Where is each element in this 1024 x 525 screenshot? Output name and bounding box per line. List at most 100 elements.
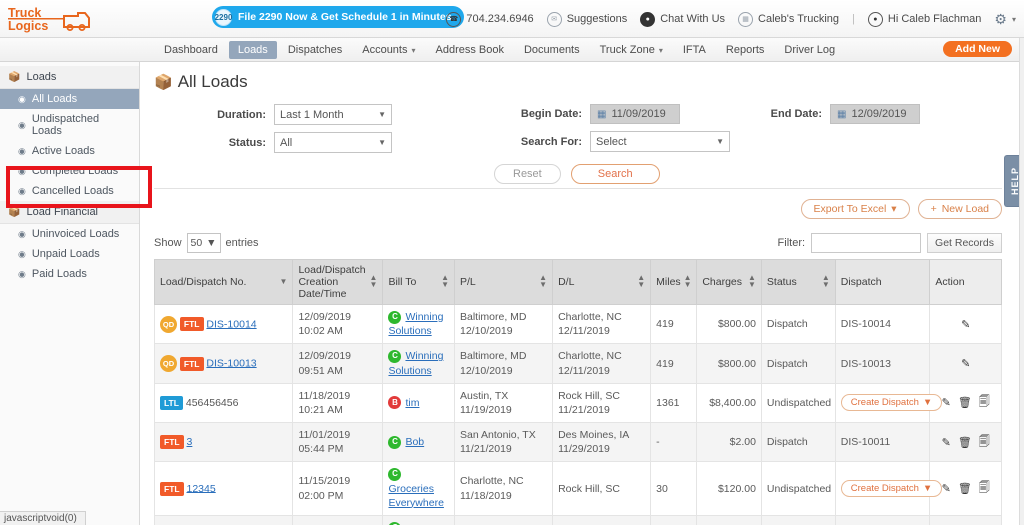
column-header-action[interactable]: Action <box>929 259 1002 305</box>
sort-icon[interactable]: ▲ ▼ <box>637 274 645 289</box>
sort-icon[interactable]: ▲ ▼ <box>748 274 756 289</box>
sidebar-group-loads[interactable]: 📦 Loads <box>0 66 139 89</box>
new-load-button[interactable]: + New Load <box>917 199 1002 219</box>
filter-input[interactable] <box>811 233 922 253</box>
pencil-icon[interactable]: ✎ <box>961 318 970 331</box>
suggestions-link[interactable]: ✉ Suggestions <box>546 11 627 27</box>
company-link[interactable]: ▦ Caleb's Trucking <box>738 11 839 27</box>
sidebar-item-completed-loads[interactable]: ◉ Completed Loads <box>0 161 139 181</box>
table-row[interactable]: LTL 456456456 11/18/2019 10:21 AM Btim Aust… <box>153 382 1002 424</box>
sort-icon[interactable]: ▲ ▼ <box>441 274 449 289</box>
nav-item-loads[interactable]: Loads <box>228 40 277 59</box>
search-for-select[interactable]: Select ▼ <box>590 131 730 152</box>
create-dispatch-button[interactable]: Create Dispatch ▼ <box>840 480 943 498</box>
user-menu[interactable]: ● Hi Caleb Flachman <box>867 11 981 27</box>
column-header-d-l[interactable]: D/L ▲ ▼ <box>552 259 652 305</box>
copy-icon[interactable]: 🗐 <box>979 433 990 452</box>
get-records-button[interactable]: Get Records <box>927 233 1002 253</box>
sidebar-group-load-financial[interactable]: 📦 Load Financial <box>0 201 139 224</box>
status-select[interactable]: All ▼ <box>274 132 392 153</box>
nav-item-address-book[interactable]: Address Book <box>427 41 513 59</box>
nav-item-dashboard[interactable]: Dashboard <box>155 41 227 59</box>
sidebar-item-cancelled-loads[interactable]: ◉ Cancelled Loads <box>0 181 139 201</box>
copy-icon[interactable]: 🗐 <box>979 479 990 498</box>
search-button[interactable]: Search <box>570 164 660 184</box>
reset-button[interactable]: Reset <box>494 164 561 184</box>
page-scrollbar[interactable] <box>1019 38 1024 525</box>
bill-to-link[interactable]: Bob <box>405 436 424 448</box>
file-2290-promo-banner[interactable]: 2290 File 2290 Now & Get Schedule 1 in M… <box>212 6 464 28</box>
sort-icon[interactable]: ▲ ▼ <box>822 274 830 289</box>
nav-item-label: Reports <box>725 43 765 56</box>
nav-item-label: Accounts <box>362 43 408 56</box>
nav-item-list: Dashboard Loads Dispatches Accounts ▾ Address… <box>155 40 844 59</box>
create-dispatch-button[interactable]: Create Dispatch ▼ <box>840 394 943 412</box>
phone-item[interactable]: ☎ 704.234.6946 <box>446 11 534 27</box>
load-number-link[interactable]: DIS-10013 <box>206 357 256 369</box>
table-row[interactable]: QD FTL DIS-1001512/09/2019 01:07 PMCGroc… <box>153 514 1002 525</box>
column-header-p-l[interactable]: P/L ▲ ▼ <box>453 259 554 305</box>
column-header-bill-to[interactable]: Bill To ▲ ▼ <box>382 259 455 305</box>
sidebar-item-active-loads[interactable]: ◉ Active Loads <box>0 141 139 161</box>
nav-item-documents[interactable]: Documents <box>515 41 589 59</box>
nav-item-ifta[interactable]: IFTA <box>674 41 715 59</box>
menu-divider: | <box>852 13 855 25</box>
status-row: Status: All ▼ <box>188 132 392 153</box>
load-number-link[interactable]: 3 <box>187 436 193 448</box>
sort-icon[interactable]: ▲ ▼ <box>684 274 692 289</box>
contact-avatar: C <box>388 468 402 482</box>
end-date-input[interactable]: ▦ 12/09/2019 <box>830 104 920 124</box>
cell-load-dispatch-no: QD FTL DIS-10014 <box>153 303 294 345</box>
table-row[interactable]: QD FTL DIS-10014 12/09/2019 10:02 AM C Winn… <box>153 303 1002 345</box>
copy-icon[interactable]: 🗐 <box>979 393 990 412</box>
column-header-status[interactable]: Status ▲ ▼ <box>760 259 836 305</box>
sort-icon[interactable]: ▼ <box>280 277 288 286</box>
load-number-link[interactable]: 12345 <box>187 482 216 494</box>
sidebar-item-undispatched-loads[interactable]: ◉ Undispatched Loads <box>0 109 139 141</box>
cell-bill-to: CGroceries Everywhere, Charlotte <box>382 514 455 525</box>
trash-icon[interactable]: 🗑 <box>958 396 972 409</box>
pencil-icon[interactable]: ✎ <box>942 482 951 495</box>
column-header-dispatch[interactable]: Dispatch <box>834 259 931 305</box>
sort-icon[interactable]: ▲ ▼ <box>539 274 547 289</box>
pencil-icon[interactable]: ✎ <box>942 396 951 409</box>
export-to-excel-button[interactable]: Export To Excel ▾ <box>800 199 910 219</box>
table-row[interactable]: QD FTL DIS-10013 12/09/2019 09:51 AM C Winn… <box>153 343 1002 384</box>
cell-delivery-location: Rock Hill, SC <box>552 514 652 525</box>
entries-select[interactable]: 50 ▼ <box>186 233 221 253</box>
table-row[interactable]: FTL 12345 11/15/2019 02:00 PM CGroceries E… <box>153 461 1002 516</box>
nav-item-driver-log[interactable]: Driver Log <box>775 41 844 59</box>
settings-menu[interactable]: ⚙ ▾ <box>994 11 1016 28</box>
trash-icon[interactable]: 🗑 <box>958 436 972 449</box>
chat-with-us-link[interactable]: ● Chat With Us <box>640 11 725 27</box>
table-body: QD FTL DIS-10014 12/09/2019 10:02 AM C Winn… <box>153 303 1002 525</box>
duration-select[interactable]: Last 1 Month ▼ <box>274 104 392 125</box>
nav-item-accounts[interactable]: Accounts ▾ <box>353 41 424 59</box>
sidebar-item-paid-loads[interactable]: ◉ Paid Loads <box>0 264 139 284</box>
column-header-miles[interactable]: Miles ▲ ▼ <box>650 259 698 305</box>
pencil-icon[interactable]: ✎ <box>961 357 970 370</box>
sidebar-item-label: Uninvoiced Loads <box>31 228 120 240</box>
pickup-date: 11/21/2019 <box>460 443 512 456</box>
load-number-link[interactable]: DIS-10014 <box>206 318 256 330</box>
trucklogics-logo[interactable]: Truck Logics <box>6 4 100 34</box>
trash-icon[interactable]: 🗑 <box>958 482 972 495</box>
page-title-text: All Loads <box>177 72 248 91</box>
sort-icon[interactable]: ▲ ▼ <box>370 274 378 289</box>
bill-to-link[interactable]: Groceries Everywhere <box>388 483 443 509</box>
begin-date-input[interactable]: ▦ 11/09/2019 <box>590 104 680 124</box>
table-row[interactable]: FTL 3 11/01/2019 05:44 PM C Bob San Antonio,… <box>153 422 1002 463</box>
filter-right-column: End Date: ▦ 12/09/2019 <box>754 104 920 131</box>
pencil-icon[interactable]: ✎ <box>942 436 951 449</box>
nav-item-reports[interactable]: Reports <box>717 41 774 59</box>
add-new-button[interactable]: Add New <box>943 41 1012 57</box>
column-header-load-dispatch-no[interactable]: Load/Dispatch No. ▼ <box>153 259 294 305</box>
sidebar-item-all-loads[interactable]: ◉ All Loads <box>0 89 139 109</box>
nav-item-dispatches[interactable]: Dispatches <box>279 41 351 59</box>
nav-item-truck-zone[interactable]: Truck Zone ▾ <box>591 41 672 59</box>
column-header-charges[interactable]: Charges ▲ ▼ <box>696 259 762 305</box>
column-header-load-dispatch-creation-date-time[interactable]: Load/Dispatch Creation Date/Time ▲ ▼ <box>292 259 384 305</box>
sidebar-item-uninvoiced-loads[interactable]: ◉ Uninvoiced Loads <box>0 224 139 244</box>
bill-to-link[interactable]: tim <box>405 397 419 409</box>
sidebar-item-unpaid-loads[interactable]: ◉ Unpaid Loads <box>0 244 139 264</box>
